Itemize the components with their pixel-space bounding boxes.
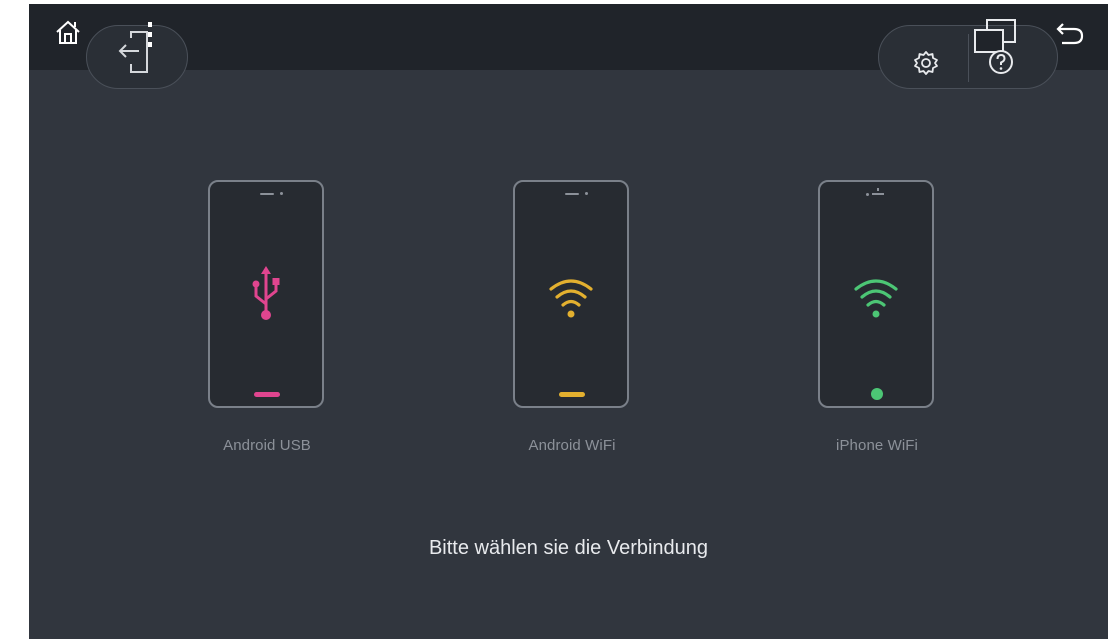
- phone-camera: [585, 192, 588, 195]
- wifi-icon: [820, 276, 932, 320]
- phone-camera: [280, 192, 283, 195]
- help-icon[interactable]: [969, 18, 1021, 78]
- home-icon[interactable]: [51, 18, 85, 48]
- connection-prompt: Bitte wählen sie die Verbindung: [428, 537, 709, 559]
- back-icon[interactable]: [1047, 20, 1089, 52]
- phone-speaker: [565, 193, 579, 195]
- phone-frame: [818, 180, 934, 408]
- phone-frame: [513, 180, 629, 408]
- phone-camera: [866, 193, 869, 196]
- device-label: iPhone WiFi: [836, 437, 918, 454]
- phone-speaker: [260, 193, 274, 195]
- usb-icon: [210, 264, 322, 324]
- home-bar: [254, 392, 280, 397]
- exit-icon[interactable]: [114, 20, 158, 76]
- phone-sensor: [877, 188, 879, 191]
- device-label: Android USB: [223, 437, 311, 454]
- home-button: [871, 388, 883, 400]
- phone-frame: [208, 180, 324, 408]
- top-bar: [29, 4, 1108, 89]
- device-label: Android WiFi: [528, 437, 616, 454]
- phone-speaker: [872, 193, 884, 195]
- app-screen: Android USB Android WiFi iPhone WiFi Bit…: [29, 4, 1108, 639]
- settings-icon[interactable]: [911, 48, 941, 78]
- wifi-icon: [515, 276, 627, 320]
- home-bar: [559, 392, 585, 397]
